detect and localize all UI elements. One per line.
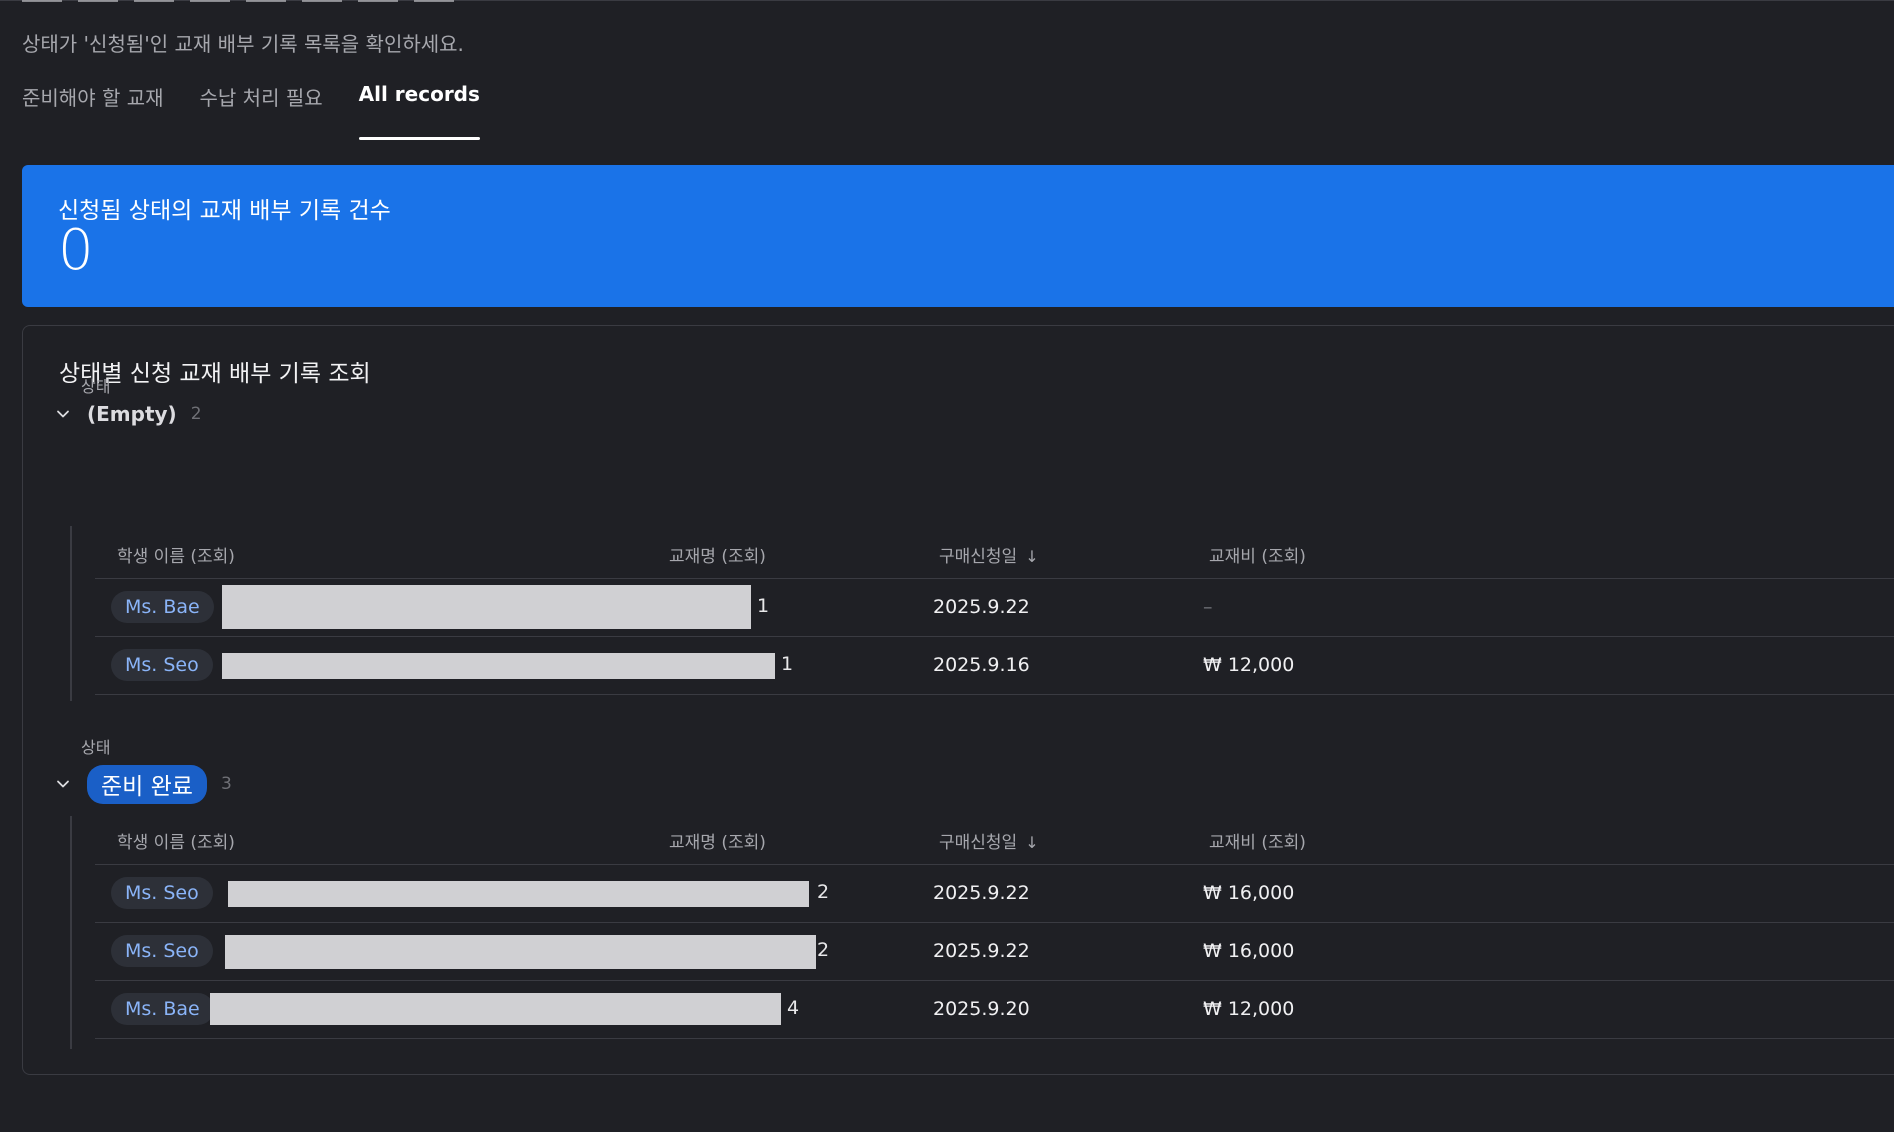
arrow-down-icon: ↓ — [1025, 547, 1039, 566]
column-date-label: 구매신청일 — [939, 833, 1018, 853]
view-tabs: 준비해야 할 교재 수납 처리 필요 All records — [22, 82, 516, 140]
tab-payment-needed[interactable]: 수납 처리 필요 — [200, 82, 323, 140]
book-name-tail: 2 — [817, 939, 830, 961]
summary-label: 신청됨 상태의 교재 배부 기록 건수 — [58, 198, 391, 224]
student-chip[interactable]: Ms. Bae — [111, 591, 214, 623]
request-date: 2025.9.22 — [933, 596, 1030, 618]
table-header: 학생 이름 (조회) 교재명 (조회) 구매신청일 ↓ 교재비 (조회) — [95, 526, 1894, 579]
table-row[interactable]: Ms. Bae 4 2025.9.20 ₩ 12,000 — [95, 981, 1894, 1039]
column-student[interactable]: 학생 이름 (조회) — [117, 542, 235, 567]
redacted-book-name — [222, 653, 775, 679]
tab-books-to-prepare[interactable]: 준비해야 할 교재 — [22, 82, 164, 140]
records-table: 학생 이름 (조회) 교재명 (조회) 구매신청일 ↓ 교재비 (조회) Ms. … — [95, 526, 1894, 695]
student-chip[interactable]: Ms. Seo — [111, 649, 213, 681]
column-date[interactable]: 구매신청일 ↓ — [939, 828, 1039, 853]
column-fee[interactable]: 교재비 (조회) — [1209, 828, 1306, 853]
arrow-down-icon: ↓ — [1025, 833, 1039, 852]
table-header: 학생 이름 (조회) 교재명 (조회) 구매신청일 ↓ 교재비 (조회) — [95, 812, 1894, 865]
chevron-down-icon[interactable] — [53, 774, 73, 794]
page: 상태가 '신청됨'인 교재 배부 기록 목록을 확인하세요. 준비해야 할 교재… — [0, 0, 1894, 1132]
request-date: 2025.9.16 — [933, 654, 1030, 676]
book-fee: ₩ 16,000 — [1203, 882, 1295, 904]
book-name-tail: 1 — [781, 653, 794, 675]
table-row[interactable]: Ms. Bae 1 2025.9.22 – — [95, 579, 1894, 637]
column-date-label: 구매신청일 — [939, 547, 1018, 567]
column-book[interactable]: 교재명 (조회) — [669, 542, 766, 567]
book-fee: ₩ 12,000 — [1203, 998, 1295, 1020]
table-row[interactable]: Ms. Seo 2 2025.9.22 ₩ 16,000 — [95, 865, 1894, 923]
group-count: 3 — [220, 774, 232, 794]
tab-all-records[interactable]: All records — [358, 82, 481, 140]
redacted-book-name — [225, 935, 816, 969]
column-student[interactable]: 학생 이름 (조회) — [117, 828, 235, 853]
page-subtitle: 상태가 '신청됨'인 교재 배부 기록 목록을 확인하세요. — [22, 32, 464, 56]
records-table: 학생 이름 (조회) 교재명 (조회) 구매신청일 ↓ 교재비 (조회) Ms. … — [95, 812, 1894, 1039]
table-row[interactable]: Ms. Seo 1 2025.9.16 ₩ 12,000 — [95, 637, 1894, 695]
student-chip[interactable]: Ms. Seo — [111, 877, 213, 909]
table-row[interactable]: Ms. Seo 2 2025.9.22 ₩ 16,000 — [95, 923, 1894, 981]
book-name-tail: 1 — [757, 595, 770, 617]
group-caption: 상태 — [81, 377, 111, 396]
records-panel: 상태별 신청 교재 배부 기록 조회 상태 (Empty) 2 학생 이름 (조… — [22, 325, 1894, 1075]
group-rail — [70, 816, 72, 1049]
book-name-tail: 4 — [787, 997, 800, 1019]
group-caption: 상태 — [81, 738, 111, 757]
group-count: 2 — [190, 404, 202, 424]
group-header[interactable]: (Empty) 2 — [53, 398, 202, 430]
request-date: 2025.9.22 — [933, 882, 1030, 904]
book-fee: – — [1203, 596, 1213, 618]
chevron-down-icon[interactable] — [53, 404, 73, 424]
student-chip[interactable]: Ms. Bae — [111, 993, 214, 1025]
redacted-book-name — [222, 585, 751, 629]
redacted-book-name — [210, 993, 781, 1025]
page-title-cropped — [22, 0, 462, 2]
request-date: 2025.9.22 — [933, 940, 1030, 962]
status-badge: 준비 완료 — [87, 764, 207, 804]
column-book[interactable]: 교재명 (조회) — [669, 828, 766, 853]
group-header[interactable]: 준비 완료 3 — [53, 764, 232, 804]
column-date[interactable]: 구매신청일 ↓ — [939, 542, 1039, 567]
redacted-book-name — [228, 881, 809, 907]
summary-value: 0 — [58, 218, 94, 283]
summary-card: 신청됨 상태의 교재 배부 기록 건수 0 — [22, 165, 1894, 307]
group-name: (Empty) — [87, 402, 177, 426]
book-fee: ₩ 16,000 — [1203, 940, 1295, 962]
student-chip[interactable]: Ms. Seo — [111, 935, 213, 967]
book-name-tail: 2 — [817, 881, 830, 903]
request-date: 2025.9.20 — [933, 998, 1030, 1020]
book-fee: ₩ 12,000 — [1203, 654, 1295, 676]
column-fee[interactable]: 교재비 (조회) — [1209, 542, 1306, 567]
group-rail — [70, 526, 72, 701]
